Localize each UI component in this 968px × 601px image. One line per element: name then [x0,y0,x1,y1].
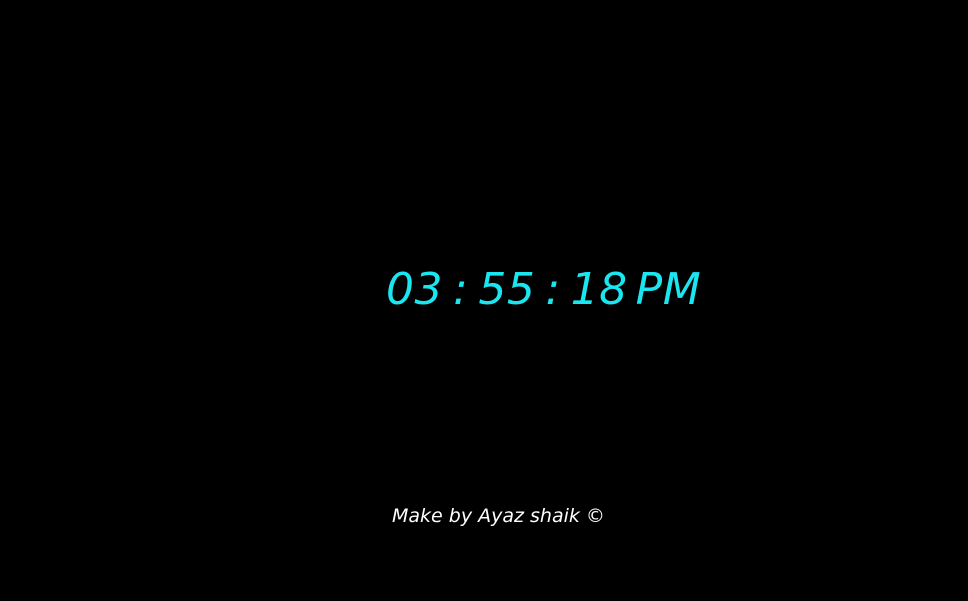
clock-separator: : [545,264,561,315]
footer-credit: Make by Ayaz shaik © [392,505,605,527]
clock-hours: 03 [386,264,443,315]
clock-page: 03:55:18 PM Make by Ayaz shaik © [0,0,968,601]
clock-seconds: 18 [570,264,628,315]
clock-separator: : [453,264,469,315]
digital-clock-display: 03:55:18 PM [386,258,701,322]
clock-period: PM [635,264,702,315]
clock-minutes: 55 [478,264,536,315]
